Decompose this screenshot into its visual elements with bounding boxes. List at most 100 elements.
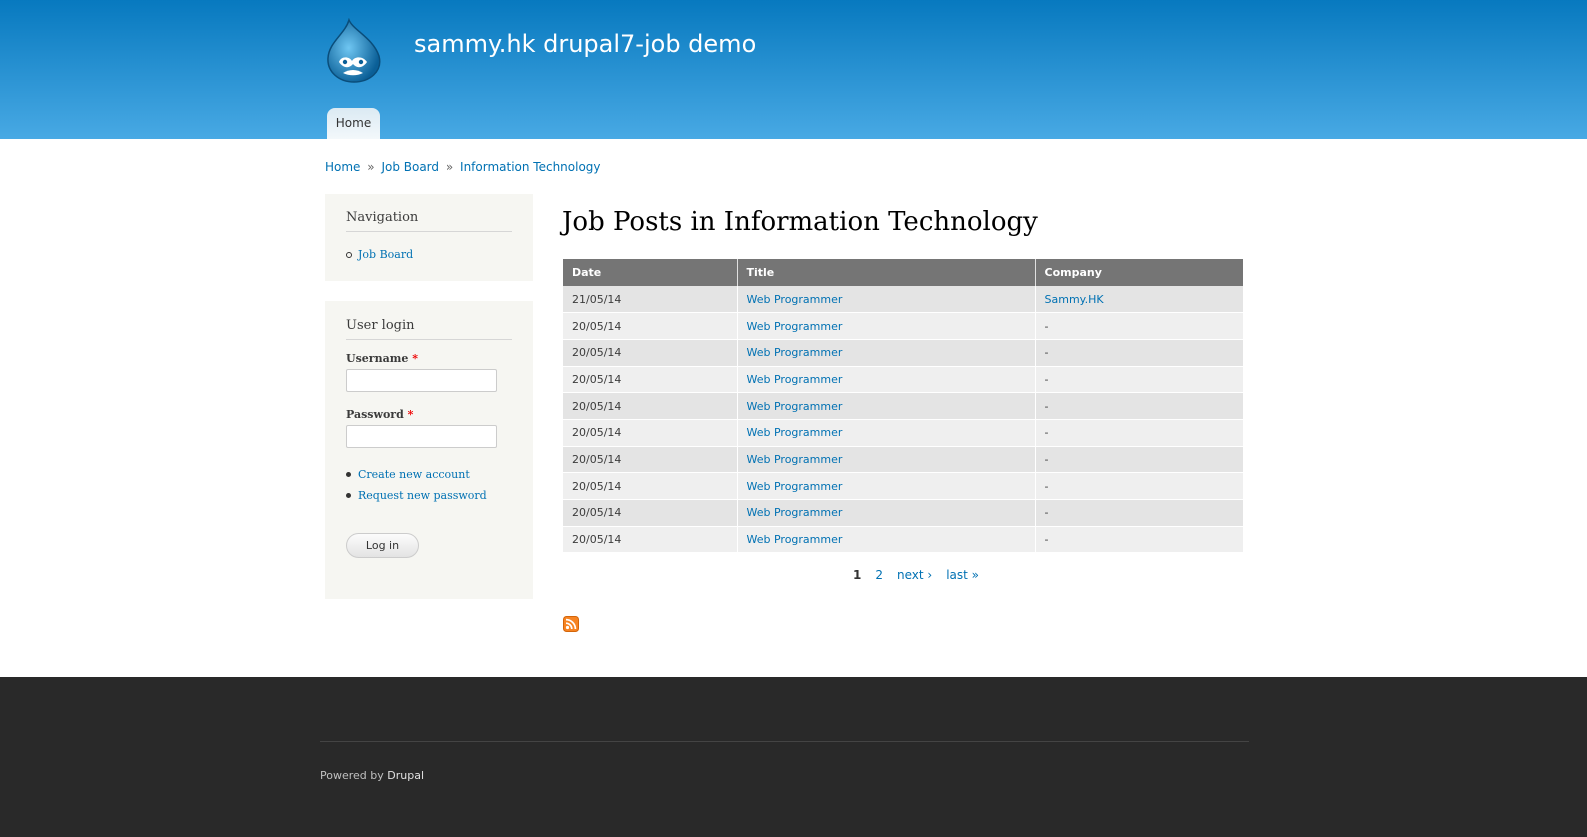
- title-cell: Web Programmer: [737, 392, 1036, 420]
- date-cell: 20/05/14: [563, 419, 738, 447]
- table-row: 20/05/14 Web Programmer -: [563, 366, 1243, 394]
- pager-page-2-link[interactable]: 2: [875, 568, 883, 582]
- title-cell: Web Programmer: [737, 339, 1036, 367]
- site-footer: Powered by Drupal: [0, 677, 1587, 837]
- circle-bullet-icon: [346, 251, 352, 258]
- date-cell: 20/05/14: [563, 366, 738, 394]
- disc-bullet-icon: [346, 493, 351, 498]
- job-title-link[interactable]: Web Programmer: [747, 533, 843, 546]
- breadcrumb: Home » Job Board » Information Technolog…: [325, 160, 601, 174]
- column-header-title[interactable]: Title: [737, 259, 1036, 286]
- breadcrumb-category-link[interactable]: Information Technology: [460, 160, 601, 174]
- title-cell: Web Programmer: [737, 446, 1036, 474]
- company-cell: -: [1035, 339, 1243, 367]
- job-posts-table: Date Title Company 21/05/14 Web Programme…: [563, 259, 1243, 554]
- title-cell: Web Programmer: [737, 366, 1036, 394]
- pager-last-link[interactable]: last »: [946, 568, 979, 582]
- table-row: 20/05/14 Web Programmer -: [563, 419, 1243, 447]
- company-cell: -: [1035, 446, 1243, 474]
- table-row: 20/05/14 Web Programmer -: [563, 472, 1243, 500]
- company-cell: -: [1035, 312, 1243, 340]
- user-login-block: User login Username * Password * Create …: [325, 301, 533, 599]
- breadcrumb-job-board-link[interactable]: Job Board: [381, 160, 439, 174]
- table-row: 20/05/14 Web Programmer -: [563, 312, 1243, 340]
- company-cell: Sammy.HK: [1035, 286, 1243, 314]
- column-header-company[interactable]: Company: [1035, 259, 1243, 286]
- required-mark: *: [412, 352, 418, 365]
- username-label-text: Username: [346, 352, 409, 365]
- site-name[interactable]: sammy.hk drupal7-job demo: [414, 30, 756, 58]
- pager-next-link[interactable]: next ›: [897, 568, 932, 582]
- title-cell: Web Programmer: [737, 499, 1036, 527]
- table-row: 20/05/14 Web Programmer -: [563, 446, 1243, 474]
- powered-by-text: Powered by: [320, 769, 384, 782]
- job-title-link[interactable]: Web Programmer: [747, 320, 843, 333]
- navigation-item: Job Board: [346, 248, 413, 261]
- create-account-link[interactable]: Create new account: [358, 468, 470, 481]
- navigation-block: Navigation Job Board: [325, 194, 533, 281]
- table-row: 20/05/14 Web Programmer -: [563, 339, 1243, 367]
- date-cell: 20/05/14: [563, 472, 738, 500]
- log-in-button[interactable]: Log in: [346, 533, 419, 558]
- request-password-item: Request new password: [346, 489, 487, 502]
- create-account-item: Create new account: [346, 468, 470, 481]
- username-label: Username *: [346, 352, 418, 365]
- drupal-logo-icon[interactable]: [325, 17, 383, 84]
- company-cell: -: [1035, 392, 1243, 420]
- company-cell: -: [1035, 366, 1243, 394]
- site-header: sammy.hk drupal7-job demo Home: [0, 0, 1587, 139]
- company-cell: -: [1035, 499, 1243, 527]
- rss-feed-icon[interactable]: [563, 616, 579, 632]
- table-row: 20/05/14 Web Programmer -: [563, 499, 1243, 527]
- required-mark: *: [407, 408, 414, 421]
- job-title-link[interactable]: Web Programmer: [747, 480, 843, 493]
- date-cell: 20/05/14: [563, 339, 738, 367]
- date-cell: 20/05/14: [563, 392, 738, 420]
- table-row: 20/05/14 Web Programmer -: [563, 392, 1243, 420]
- drupal-link[interactable]: Drupal: [387, 769, 424, 782]
- title-cell: Web Programmer: [737, 526, 1036, 554]
- powered-by: Powered by Drupal: [320, 769, 424, 782]
- user-login-title: User login: [346, 318, 512, 340]
- title-cell: Web Programmer: [737, 312, 1036, 340]
- job-title-link[interactable]: Web Programmer: [747, 400, 843, 413]
- main-menu-tab-home[interactable]: Home: [327, 108, 380, 139]
- column-header-date[interactable]: Date: [563, 259, 738, 286]
- page-title: Job Posts in Information Technology: [562, 207, 1038, 237]
- pager: 1 2 next › last »: [853, 568, 993, 582]
- date-cell: 21/05/14: [563, 286, 738, 314]
- job-title-link[interactable]: Web Programmer: [747, 453, 843, 466]
- breadcrumb-home-link[interactable]: Home: [325, 160, 360, 174]
- title-cell: Web Programmer: [737, 286, 1036, 314]
- navigation-job-board-link[interactable]: Job Board: [358, 248, 413, 261]
- table-row: 20/05/14 Web Programmer -: [563, 526, 1243, 554]
- title-cell: Web Programmer: [737, 472, 1036, 500]
- breadcrumb-separator: »: [445, 160, 454, 174]
- request-password-link[interactable]: Request new password: [358, 489, 487, 502]
- company-cell: -: [1035, 472, 1243, 500]
- title-cell: Web Programmer: [737, 419, 1036, 447]
- job-title-link[interactable]: Web Programmer: [747, 426, 843, 439]
- password-label-text: Password: [346, 408, 404, 421]
- table-row: 21/05/14 Web Programmer Sammy.HK: [563, 286, 1243, 314]
- date-cell: 20/05/14: [563, 312, 738, 340]
- job-title-link[interactable]: Web Programmer: [747, 506, 843, 519]
- date-cell: 20/05/14: [563, 446, 738, 474]
- table-body: 21/05/14 Web Programmer Sammy.HK 20/05/14 We…: [563, 286, 1243, 554]
- job-title-link[interactable]: Web Programmer: [747, 373, 843, 386]
- pager-current-page: 1: [853, 568, 862, 582]
- company-cell: -: [1035, 419, 1243, 447]
- company-cell: -: [1035, 526, 1243, 554]
- navigation-block-title: Navigation: [346, 210, 512, 232]
- password-label: Password *: [346, 408, 413, 421]
- footer-divider: [320, 741, 1249, 742]
- job-title-link[interactable]: Web Programmer: [747, 293, 843, 306]
- date-cell: 20/05/14: [563, 526, 738, 554]
- disc-bullet-icon: [346, 472, 351, 477]
- table-header-row: Date Title Company: [563, 259, 1243, 286]
- username-input[interactable]: [346, 369, 497, 392]
- company-link[interactable]: Sammy.HK: [1045, 293, 1104, 306]
- breadcrumb-separator: »: [367, 160, 375, 174]
- job-title-link[interactable]: Web Programmer: [747, 346, 843, 359]
- password-input[interactable]: [346, 425, 497, 448]
